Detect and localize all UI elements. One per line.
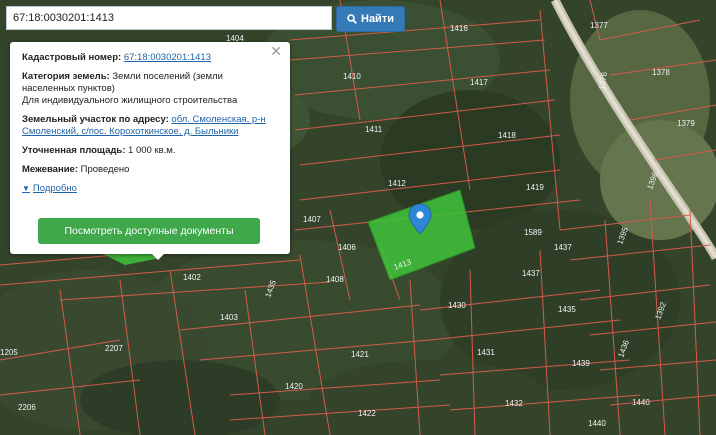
usage-value: Для индивидуального жилищного строительс… [22,95,238,106]
parcel-label: 1419 [526,183,544,192]
parcel-label: 1403 [220,313,238,322]
more-row: ▼ Подробно [22,183,278,195]
parcel-label: 1440 [588,419,606,428]
address-row: Земельный участок по адресу: обл. Смолен… [22,114,278,138]
category-label: Категория земель: [22,71,110,82]
parcel-label: 1417 [470,78,488,87]
parcel-label: 1589 [524,228,542,237]
close-icon[interactable]: ✕ [270,44,282,58]
search-icon [347,14,357,24]
cadastral-link[interactable]: 67:18:0030201:1413 [124,52,211,63]
parcel-label: 1430 [448,301,466,310]
parcel-label: 1431 [477,348,495,357]
parcel-label: 1378 [652,68,670,77]
parcel-label: 1439 [572,359,590,368]
area-value: 1 000 кв.м. [128,145,176,156]
parcel-label: 1416 [450,24,468,33]
search-button[interactable]: Найти [336,6,405,32]
parcel-label: 1377 [590,21,608,30]
details-toggle-label: Подробно [32,183,77,194]
parcel-label: 1432 [505,399,523,408]
parcel-label: 1402 [183,273,201,282]
parcel-label: 1437 [554,243,572,252]
parcel-label: 1437 [522,269,540,278]
parcel-label: 2207 [105,344,123,353]
area-row: Уточненная площадь: 1 000 кв.м. [22,145,278,157]
cadastral-label: Кадастровый номер: [22,52,122,63]
parcel-label: 2206 [18,403,36,412]
survey-label: Межевание: [22,164,78,175]
parcel-info-popup: ✕ Кадастровый номер: 67:18:0030201:1413 … [10,42,290,254]
parcel-label: 1440 [632,398,650,407]
caret-down-icon: ▼ [22,184,30,193]
area-label: Уточненная площадь: [22,145,126,156]
search-button-label: Найти [361,13,394,25]
category-row: Категория земель: Земли поселений (земли… [22,71,278,107]
search-input[interactable] [6,6,332,30]
survey-value: Проведено [80,164,130,175]
survey-row: Межевание: Проведено [22,164,278,176]
parcel-label: 1420 [285,382,303,391]
parcel-label: 1422 [358,409,376,418]
address-label: Земельный участок по адресу: [22,114,169,125]
parcel-label: 1407 [303,215,321,224]
view-documents-button[interactable]: Посмотреть доступные документы [38,218,260,244]
cadastral-row: Кадастровый номер: 67:18:0030201:1413 [22,52,278,64]
parcel-label: 1411 [365,125,383,134]
parcel-label: 1412 [388,179,406,188]
parcel-label: 1418 [498,131,516,140]
parcel-label: 1406 [338,243,356,252]
popup-tail [150,252,166,260]
parcel-label: 1408 [326,275,344,284]
details-toggle[interactable]: ▼ Подробно [22,183,77,195]
parcel-label: 1435 [558,305,576,314]
parcel-label: 1410 [343,72,361,81]
parcel-label: 1205 [0,348,18,357]
search-bar: Найти [6,6,405,32]
parcel-label: 1421 [351,350,369,359]
parcel-label: 1379 [677,119,695,128]
